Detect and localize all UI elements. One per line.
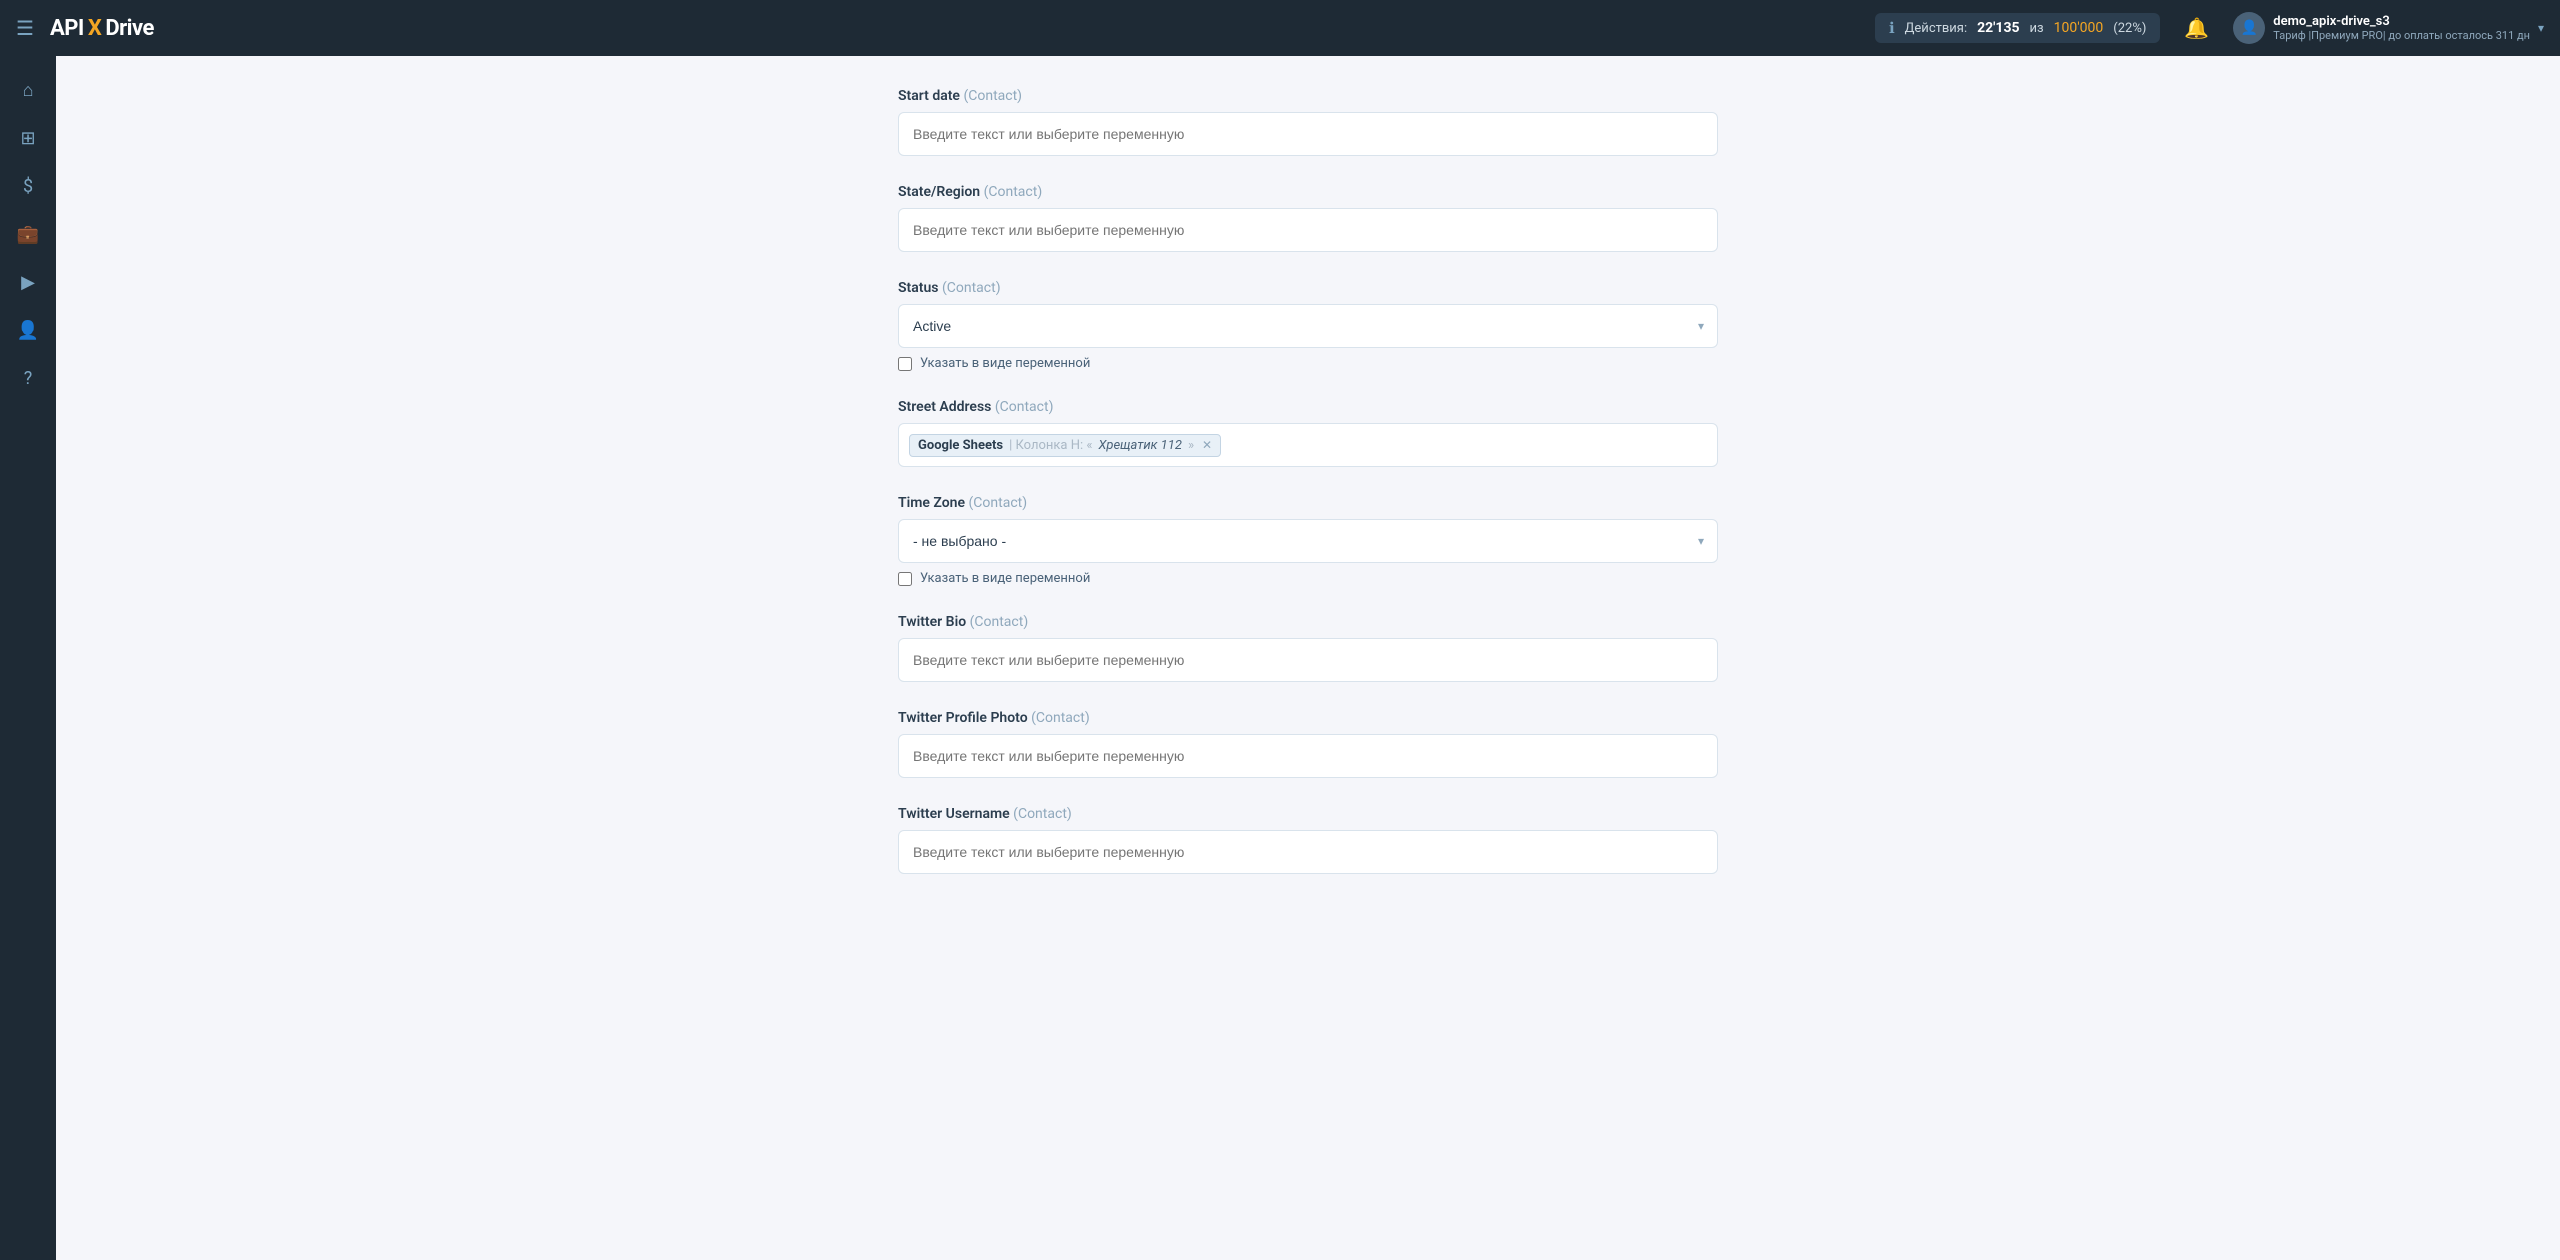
- username-label: demo_apix-drive_s3: [2273, 14, 2530, 29]
- start-date-input[interactable]: [898, 112, 1718, 156]
- twitter-profile-photo-input[interactable]: [898, 734, 1718, 778]
- twitter-profile-photo-context: (Contact): [1031, 710, 1090, 726]
- twitter-username-context: (Contact): [1013, 806, 1072, 822]
- actions-limit: 100'000: [2054, 20, 2104, 36]
- twitter-profile-photo-field: Twitter Profile Photo (Contact): [898, 710, 1718, 778]
- notification-bell-button[interactable]: 🔔: [2176, 12, 2217, 44]
- time-zone-variable-checkbox[interactable]: [898, 572, 912, 586]
- logo-x: X: [88, 16, 101, 41]
- state-region-input[interactable]: [898, 208, 1718, 252]
- app-logo: APIXDrive: [50, 16, 154, 41]
- twitter-profile-photo-label: Twitter Profile Photo (Contact): [898, 710, 1718, 726]
- status-select-wrapper: Active Inactive ▾: [898, 304, 1718, 348]
- twitter-username-field: Twitter Username (Contact): [898, 806, 1718, 874]
- logo-api: API: [50, 16, 84, 41]
- time-zone-field: Time Zone (Contact) - не выбрано - ▾ Ука…: [898, 495, 1718, 586]
- street-address-tag-input[interactable]: Google Sheets | Колонка Н: « Хрещатик 11…: [898, 423, 1718, 467]
- status-variable-checkbox[interactable]: [898, 357, 912, 371]
- actions-separator: из: [2030, 21, 2044, 36]
- actions-label: Действия:: [1905, 21, 1967, 36]
- time-zone-select-wrapper: - не выбрано - ▾: [898, 519, 1718, 563]
- status-label: Status (Contact): [898, 280, 1718, 296]
- actions-usage-box: ℹ Действия: 22'135 из 100'000 (22%): [1875, 13, 2160, 43]
- sidebar-item-home[interactable]: ⌂: [6, 68, 50, 112]
- sidebar-item-profile[interactable]: 👤: [6, 308, 50, 352]
- street-address-tag-pill: Google Sheets | Колонка Н: « Хрещатик 11…: [909, 434, 1221, 457]
- logo-drive: Drive: [105, 16, 154, 41]
- twitter-bio-context: (Contact): [970, 614, 1029, 630]
- state-region-field: State/Region (Contact): [898, 184, 1718, 252]
- sidebar: ⌂ ⊞ $ 💼 ▶ 👤 ?: [0, 56, 56, 1260]
- plan-label: Тариф |Премиум PRO| до оплаты осталось 3…: [2273, 29, 2530, 42]
- status-select[interactable]: Active Inactive: [898, 304, 1718, 348]
- main-content: Start date (Contact) State/Region (Conta…: [56, 56, 2560, 1260]
- status-field: Status (Contact) Active Inactive ▾ Указа…: [898, 280, 1718, 371]
- twitter-bio-label: Twitter Bio (Contact): [898, 614, 1718, 630]
- start-date-context: (Contact): [963, 88, 1022, 104]
- time-zone-select[interactable]: - не выбрано -: [898, 519, 1718, 563]
- twitter-bio-field: Twitter Bio (Contact): [898, 614, 1718, 682]
- start-date-label: Start date (Contact): [898, 88, 1718, 104]
- twitter-bio-input[interactable]: [898, 638, 1718, 682]
- tag-value: Хрещатик 112: [1098, 438, 1181, 453]
- status-variable-checkbox-row: Указать в виде переменной: [898, 356, 1718, 371]
- sidebar-item-youtube[interactable]: ▶: [6, 260, 50, 304]
- tag-separator: | Колонка Н: «: [1009, 438, 1092, 453]
- twitter-username-input[interactable]: [898, 830, 1718, 874]
- user-menu-button[interactable]: 👤 demo_apix-drive_s3 Тариф |Премиум PRO|…: [2233, 12, 2544, 44]
- avatar: 👤: [2233, 12, 2265, 44]
- street-address-context: (Contact): [995, 399, 1054, 415]
- app-header: ☰ APIXDrive ℹ Действия: 22'135 из 100'00…: [0, 0, 2560, 56]
- status-variable-checkbox-label[interactable]: Указать в виде переменной: [920, 356, 1090, 371]
- state-region-context: (Contact): [984, 184, 1043, 200]
- time-zone-variable-checkbox-row: Указать в виде переменной: [898, 571, 1718, 586]
- twitter-username-label: Twitter Username (Contact): [898, 806, 1718, 822]
- sidebar-item-diagram[interactable]: ⊞: [6, 116, 50, 160]
- time-zone-context: (Contact): [969, 495, 1028, 511]
- time-zone-variable-checkbox-label[interactable]: Указать в виде переменной: [920, 571, 1090, 586]
- user-menu-chevron-icon: ▾: [2538, 21, 2544, 35]
- sidebar-item-billing[interactable]: $: [6, 164, 50, 208]
- sidebar-item-help[interactable]: ?: [6, 356, 50, 400]
- state-region-label: State/Region (Contact): [898, 184, 1718, 200]
- tag-remove-button[interactable]: ✕: [1202, 438, 1212, 452]
- tag-close: »: [1188, 438, 1194, 453]
- street-address-field: Street Address (Contact) Google Sheets |…: [898, 399, 1718, 467]
- sidebar-item-briefcase[interactable]: 💼: [6, 212, 50, 256]
- tag-source-label: Google Sheets: [918, 438, 1003, 453]
- time-zone-label: Time Zone (Contact): [898, 495, 1718, 511]
- street-address-label: Street Address (Contact): [898, 399, 1718, 415]
- info-icon: ℹ: [1889, 19, 1895, 37]
- hamburger-menu-button[interactable]: ☰: [16, 16, 34, 40]
- start-date-field: Start date (Contact): [898, 88, 1718, 156]
- actions-count: 22'135: [1977, 20, 2019, 36]
- actions-percent: (22%): [2113, 21, 2146, 36]
- status-context: (Contact): [942, 280, 1001, 296]
